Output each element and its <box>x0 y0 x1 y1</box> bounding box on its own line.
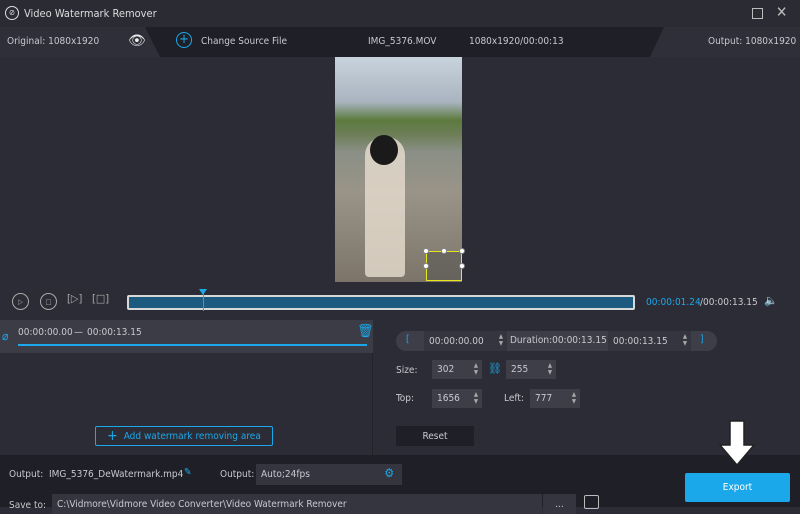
info-bar: Original: 1080x1920 👁 + Change Source Fi… <box>0 27 800 57</box>
save-to-label: Save to: <box>9 500 47 511</box>
settings-gear-icon[interactable]: ⚙ <box>384 466 394 480</box>
watermark-area-list: ⌀ 00:00:00.00 — 00:00:13.15 🗑 + Add water… <box>0 320 374 455</box>
resize-handle[interactable] <box>459 263 465 269</box>
app-title: Video Watermark Remover <box>24 7 157 20</box>
resize-handle[interactable] <box>423 263 429 269</box>
output-resolution: Output: 1080x1920 <box>708 36 797 47</box>
down-arrow-icon <box>718 420 756 467</box>
reset-button[interactable]: Reset <box>396 426 474 446</box>
height-field[interactable]: 255 ▲ ▼ <box>506 360 556 379</box>
format-label: Output: <box>220 469 255 480</box>
duration: Duration:00:00:13.15 <box>510 335 607 346</box>
watermark-icon: ⌀ <box>2 329 9 343</box>
close-button[interactable]: ✕ <box>776 3 787 21</box>
start-time-field[interactable]: 00:00:00.00 ▲ ▼ <box>424 331 507 351</box>
total-time: /00:00:13.15 <box>700 297 758 308</box>
watermark-selection-box[interactable] <box>426 251 462 281</box>
add-area-label: Add watermark removing area <box>123 430 261 442</box>
export-button[interactable]: Export <box>685 473 790 502</box>
resize-handle[interactable] <box>423 248 429 254</box>
volume-icon[interactable]: 🔈 <box>764 294 778 307</box>
stop-button[interactable]: □ <box>40 293 57 310</box>
current-time: 00:00:01.24 <box>646 297 701 308</box>
maximize-button[interactable] <box>752 8 763 19</box>
save-path-field[interactable]: C:\Vidmore\Vidmore Video Converter\Video… <box>52 494 542 514</box>
source-filename: IMG_5376.MOV <box>368 36 437 47</box>
set-start-button[interactable]: [ <box>406 334 410 345</box>
range-end: 00:00:13.15 <box>87 327 142 338</box>
delete-trash-icon[interactable]: 🗑 <box>357 324 374 339</box>
width-field[interactable]: 302 ▲ ▼ <box>432 360 482 379</box>
set-end-button[interactable]: ] <box>700 334 704 345</box>
output-label: Output: <box>9 469 44 480</box>
size-label: Size: <box>396 365 418 376</box>
play-button[interactable]: ▷ <box>12 293 29 310</box>
hide-preview-eye-icon[interactable]: 👁 <box>128 33 146 49</box>
next-frame-button[interactable]: [▷] <box>67 292 82 305</box>
end-time-field[interactable]: 00:00:13.15 ▲ ▼ <box>608 331 691 351</box>
plus-icon: + <box>107 428 118 444</box>
top-field[interactable]: 1656 ▲ ▼ <box>432 389 482 408</box>
source-meta: 1080x1920/00:00:13 <box>469 36 564 47</box>
clip-button[interactable]: [□] <box>92 292 109 305</box>
output-filename: IMG_5376_DeWatermark.mp4 <box>49 469 184 480</box>
trim-bar: [ 00:00:00.00 ▲ ▼ Duration:00:00:13.15 00:… <box>396 331 717 351</box>
range-start: 00:00:00.00 <box>18 327 73 338</box>
link-ratio-icon[interactable]: ⛓ <box>488 362 502 375</box>
output-format-field[interactable]: Auto;24fps ⚙ <box>256 464 402 485</box>
list-item[interactable]: ⌀ 00:00:00.00 — 00:00:13.15 🗑 <box>0 320 374 353</box>
original-resolution: Original: 1080x1920 <box>7 36 100 47</box>
resize-handle[interactable] <box>441 248 447 254</box>
app-logo-icon: ⊘ <box>5 6 19 20</box>
range-dash: — <box>74 327 83 338</box>
add-area-button[interactable]: + Add watermark removing area <box>95 426 273 446</box>
range-bar <box>18 344 367 346</box>
playhead[interactable] <box>199 289 208 311</box>
bottom-bar: Output: IMG_5376_DeWatermark.mp4 ✎ Outpu… <box>0 455 800 514</box>
change-source-button[interactable]: Change Source File <box>201 36 287 47</box>
add-circle-icon[interactable]: + <box>176 32 192 48</box>
left-label: Left: <box>504 393 524 404</box>
edit-pencil-icon[interactable]: ✎ <box>184 467 192 478</box>
browse-button[interactable]: ... <box>543 494 576 514</box>
resize-handle[interactable] <box>459 248 465 254</box>
left-field[interactable]: 777 ▲ ▼ <box>530 389 580 408</box>
title-bar: ⊘ Video Watermark Remover ✕ <box>0 0 800 27</box>
top-label: Top: <box>396 393 415 404</box>
